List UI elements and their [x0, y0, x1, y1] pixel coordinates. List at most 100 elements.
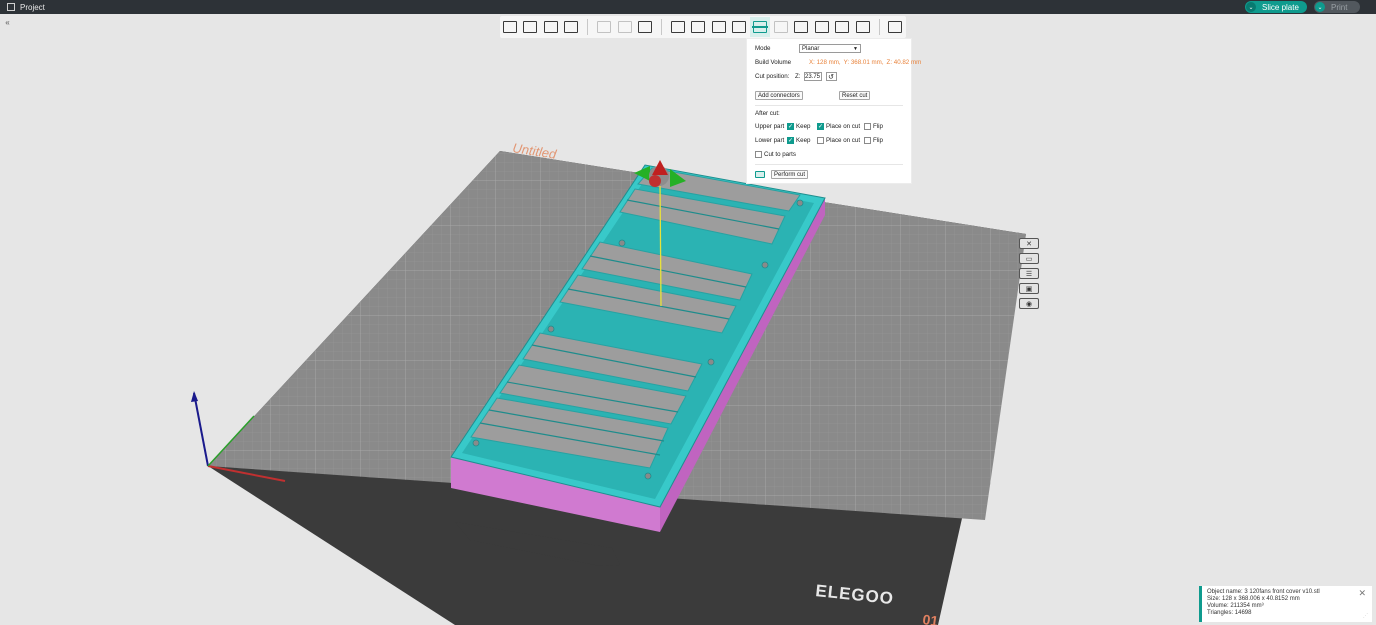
text-button[interactable] — [832, 17, 852, 37]
print-label: Print — [1331, 2, 1348, 12]
perform-cut-button[interactable]: Perform cut — [771, 170, 809, 179]
lower-place-on-cut-checkbox[interactable] — [817, 137, 824, 144]
arrange-grid-icon — [523, 21, 538, 33]
top-view-icon[interactable]: ▭ — [1019, 253, 1039, 264]
upper-keep-label: Keep — [796, 123, 811, 130]
support-paint-button[interactable] — [791, 17, 811, 37]
lower-flip-label: Flip — [873, 137, 883, 144]
3d-viewport[interactable]: Untitled ELEGOO 01 — [0, 14, 1376, 625]
build-volume-x: X: 128 mm, — [809, 59, 841, 66]
slice-dropdown-icon[interactable]: ⌄ — [1246, 2, 1256, 12]
cut-button[interactable] — [750, 17, 770, 37]
gizmo-knob-icon[interactable] — [649, 175, 661, 187]
cut-to-parts-label: Cut to parts — [764, 151, 796, 158]
mesh-boolean-button[interactable] — [771, 17, 791, 37]
mode-label: Mode — [755, 45, 771, 52]
split-objects-icon — [597, 21, 612, 33]
upper-place-on-cut-label: Place on cut — [826, 123, 861, 130]
print-dropdown-icon[interactable]: ⌄ — [1315, 2, 1325, 12]
add-object-button[interactable] — [500, 17, 520, 37]
z-axis-arrow-icon — [191, 391, 198, 402]
plate-number: 01 — [922, 611, 940, 625]
rotate-icon — [691, 21, 706, 33]
slice-plate-button[interactable]: ⌄ Slice plate — [1245, 1, 1307, 13]
view-tools: ✕ ▭ ☰ ▣ ◉ — [1019, 238, 1053, 312]
toolbar-divider — [878, 19, 880, 35]
z-axis — [193, 392, 209, 467]
build-volume-y: Y: 368.01 mm, — [843, 59, 884, 66]
orient-icon — [543, 21, 558, 33]
object-triangles: Triangles: 14698 — [1207, 610, 1252, 616]
title-bar: Project ⌄ Slice plate ⌄ Print — [0, 0, 1376, 14]
cut-z-input[interactable]: 23.75 — [803, 72, 822, 81]
reset-position-icon[interactable]: ↺ — [825, 72, 837, 81]
split-parts-button[interactable] — [615, 17, 635, 37]
lower-part-label: Lower part — [755, 137, 785, 144]
assembly-icon — [888, 21, 903, 33]
split-parts-icon — [617, 21, 632, 33]
variable-layer-icon — [638, 21, 653, 33]
object-name: Object name: 3 120fans front cover v10.s… — [1207, 589, 1320, 595]
object-info-panel: Object name: 3 120fans front cover v10.s… — [1199, 586, 1372, 622]
close-icon[interactable]: ✕ — [1019, 238, 1039, 249]
add-connectors-button[interactable]: Add connectors — [755, 91, 803, 100]
orient-button[interactable] — [541, 17, 561, 37]
z-label: Z: — [795, 73, 801, 80]
mode-select[interactable]: Planar ▼ — [799, 44, 861, 53]
split-objects-button[interactable] — [594, 17, 614, 37]
toolbar-divider — [660, 19, 662, 35]
main-toolbar — [500, 16, 906, 38]
dropdown-arrow-icon: ▼ — [853, 45, 858, 52]
lay-on-face-button[interactable] — [730, 17, 750, 37]
divider — [755, 105, 903, 106]
upper-flip-label: Flip — [873, 123, 883, 130]
cut-tool-panel: Mode Planar ▼ Build Volume X: 128 mm, Y:… — [746, 38, 921, 184]
lay-on-face-icon — [732, 21, 747, 33]
divider — [755, 164, 903, 165]
measure-button[interactable] — [853, 17, 873, 37]
scale-button[interactable] — [709, 17, 729, 37]
plate-layout-button[interactable] — [562, 17, 582, 37]
lower-flip-checkbox[interactable] — [864, 137, 871, 144]
resize-grip-icon[interactable]: ⋰ — [1363, 613, 1368, 620]
assembly-button[interactable] — [886, 17, 906, 37]
perform-cut-icon — [755, 171, 765, 178]
lower-keep-label: Keep — [796, 137, 811, 144]
mesh-boolean-icon — [773, 21, 788, 33]
upper-place-on-cut-checkbox[interactable]: ✓ — [817, 123, 824, 130]
slice-plate-label: Slice plate — [1262, 2, 1299, 12]
print-button[interactable]: ⌄ Print — [1314, 1, 1360, 13]
upper-keep-checkbox[interactable]: ✓ — [787, 123, 794, 130]
cut-to-parts-checkbox[interactable] — [755, 151, 762, 158]
support-paint-icon — [794, 21, 809, 33]
seam-paint-button[interactable] — [812, 17, 832, 37]
lower-keep-checkbox[interactable]: ✓ — [787, 137, 794, 144]
lower-place-on-cut-label: Place on cut — [826, 137, 861, 144]
cut-icon — [751, 21, 768, 33]
after-cut-label: After cut: — [755, 110, 780, 117]
plate-layout-icon — [564, 21, 579, 33]
reset-cut-button[interactable]: Reset cut — [839, 91, 871, 100]
scale-icon — [711, 21, 726, 33]
project-label[interactable]: Project — [20, 3, 45, 12]
text-icon — [835, 21, 850, 33]
move-button[interactable] — [668, 17, 688, 37]
eye-icon[interactable]: ◉ — [1019, 298, 1039, 309]
measure-icon — [855, 21, 870, 33]
object-size: Size: 128 x 368.006 x 40.8152 mm — [1207, 596, 1300, 602]
upper-flip-checkbox[interactable] — [864, 123, 871, 130]
project-icon[interactable] — [7, 3, 15, 11]
close-icon[interactable]: ✕ — [1358, 589, 1366, 598]
build-volume-z: Z: 40.82 mm — [886, 59, 922, 66]
add-object-icon — [502, 21, 517, 33]
rotate-button[interactable] — [688, 17, 708, 37]
toolbar-divider — [587, 19, 589, 35]
layers-icon[interactable]: ☰ — [1019, 268, 1039, 279]
cut-position-label: Cut position: — [755, 73, 790, 80]
lock-icon[interactable]: ▣ — [1019, 283, 1039, 294]
move-icon — [670, 21, 685, 33]
arrange-button[interactable] — [521, 17, 541, 37]
seam-paint-icon — [814, 21, 829, 33]
variable-layer-button[interactable] — [635, 17, 655, 37]
object-volume: Volume: 211354 mm³ — [1207, 603, 1264, 609]
